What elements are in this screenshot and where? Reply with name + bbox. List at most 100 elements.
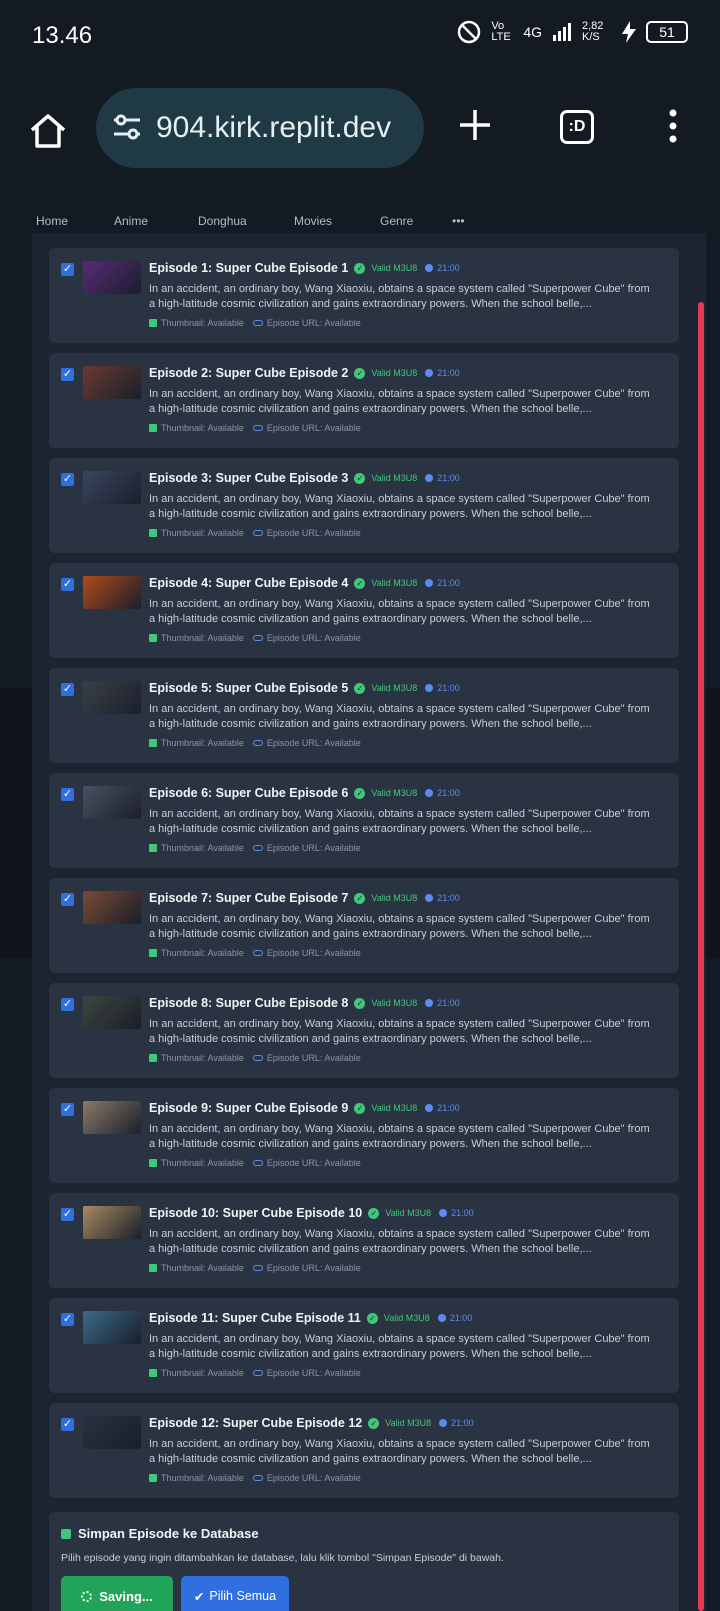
site-settings-icon[interactable] xyxy=(110,110,144,144)
episode-checkbox[interactable]: ✓ xyxy=(61,1418,74,1431)
valid-badge: ✓ Valid M3U8 xyxy=(354,787,417,799)
episode-checkbox[interactable]: ✓ xyxy=(61,893,74,906)
episode-checkbox[interactable]: ✓ xyxy=(61,788,74,801)
episode-row[interactable]: ✓ Episode 7: Super Cube Episode 7 ✓ Valid M… xyxy=(49,878,679,973)
scrollbar[interactable] xyxy=(698,302,704,1611)
thumbnail-status: Thumbnail: Available xyxy=(149,948,244,958)
valid-label: Valid M3U8 xyxy=(371,998,418,1008)
episode-title-line: Episode 11: Super Cube Episode 11 ✓ Valid … xyxy=(149,1311,472,1325)
nav-anime[interactable]: Anime xyxy=(114,214,148,228)
thumbnail-status: Thumbnail: Available xyxy=(149,633,244,643)
thumbnail-status: Thumbnail: Available xyxy=(149,528,244,538)
episode-list: ✓ Episode 1: Super Cube Episode 1 ✓ Valid M… xyxy=(49,248,679,1508)
nav-donghua[interactable]: Donghua xyxy=(198,214,247,228)
thumbnail-status: Thumbnail: Available xyxy=(149,1263,244,1273)
episode-row[interactable]: ✓ Episode 10: Super Cube Episode 10 ✓ Valid… xyxy=(49,1193,679,1288)
save-episodes-button[interactable]: Saving... xyxy=(61,1576,173,1611)
valid-badge: ✓ Valid M3U8 xyxy=(354,892,417,904)
check-circle-icon: ✓ xyxy=(354,577,366,589)
episode-row[interactable]: ✓ Episode 4: Super Cube Episode 4 ✓ Valid M… xyxy=(49,563,679,658)
valid-label: Valid M3U8 xyxy=(371,1103,418,1113)
episode-row[interactable]: ✓ Episode 11: Super Cube Episode 11 ✓ Valid… xyxy=(49,1298,679,1393)
url-status: Episode URL: Available xyxy=(252,423,361,433)
url-status-label: Episode URL: Available xyxy=(266,633,361,643)
episode-title: Episode 4: Super Cube Episode 4 xyxy=(149,576,349,590)
nav-home[interactable]: Home xyxy=(36,214,68,228)
nav-movies[interactable]: Movies xyxy=(294,214,332,228)
episode-row[interactable]: ✓ Episode 2: Super Cube Episode 2 ✓ Valid M… xyxy=(49,353,679,448)
episode-checkbox[interactable]: ✓ xyxy=(61,1103,74,1116)
episode-description: In an accident, an ordinary boy, Wang Xi… xyxy=(149,388,650,415)
episode-checkbox[interactable]: ✓ xyxy=(61,473,74,486)
duration-badge: 21:00 xyxy=(425,368,460,378)
save-panel-title: Simpan Episode ke Database xyxy=(78,1526,259,1541)
select-all-button[interactable]: ✔ Pilih Semua xyxy=(181,1576,289,1611)
episode-row[interactable]: ✓ Episode 3: Super Cube Episode 3 ✓ Valid M… xyxy=(49,458,679,553)
link-icon xyxy=(252,1265,263,1271)
nav-more[interactable]: ••• xyxy=(452,214,465,228)
episode-checkbox[interactable]: ✓ xyxy=(61,1208,74,1221)
episode-checkbox[interactable]: ✓ xyxy=(61,998,74,1011)
url-status-label: Episode URL: Available xyxy=(266,738,361,748)
url-status: Episode URL: Available xyxy=(252,1158,361,1168)
episode-checkbox[interactable]: ✓ xyxy=(61,578,74,591)
tab-switcher-label: :D xyxy=(568,118,586,135)
duration-badge: 21:00 xyxy=(425,683,460,693)
save-disk-icon xyxy=(61,1528,71,1539)
image-icon xyxy=(149,319,157,327)
valid-label: Valid M3U8 xyxy=(383,1313,430,1323)
url-status-label: Episode URL: Available xyxy=(266,843,361,853)
link-icon xyxy=(252,320,263,326)
episode-description: In an accident, an ordinary boy, Wang Xi… xyxy=(149,1018,650,1045)
episode-meta: Thumbnail: Available Episode URL: Availab… xyxy=(149,633,361,643)
episode-meta: Thumbnail: Available Episode URL: Availab… xyxy=(149,423,361,433)
duration-badge: 21:00 xyxy=(425,473,460,483)
thumbnail-status-label: Thumbnail: Available xyxy=(161,948,244,958)
episode-description: In an accident, an ordinary boy, Wang Xi… xyxy=(149,1228,650,1255)
check-circle-icon: ✓ xyxy=(368,1207,380,1219)
thumbnail-status: Thumbnail: Available xyxy=(149,1053,244,1063)
check-circle-icon: ✓ xyxy=(354,892,366,904)
image-icon xyxy=(149,949,157,957)
episode-checkbox[interactable]: ✓ xyxy=(61,683,74,696)
episode-row[interactable]: ✓ Episode 12: Super Cube Episode 12 ✓ Valid… xyxy=(49,1403,679,1498)
address-bar[interactable]: 904.kirk.replit.dev xyxy=(96,88,424,168)
duration-badge: 21:00 xyxy=(425,1103,460,1113)
episode-row[interactable]: ✓ Episode 9: Super Cube Episode 9 ✓ Valid M… xyxy=(49,1088,679,1183)
episode-title-line: Episode 5: Super Cube Episode 5 ✓ Valid M3… xyxy=(149,681,460,695)
new-tab-icon[interactable] xyxy=(458,108,492,142)
tab-switcher-button[interactable]: :D xyxy=(560,110,594,144)
episode-checkbox[interactable]: ✓ xyxy=(61,263,74,276)
episode-checkbox[interactable]: ✓ xyxy=(61,1313,74,1326)
more-menu-icon[interactable] xyxy=(662,108,684,144)
episode-row[interactable]: ✓ Episode 8: Super Cube Episode 8 ✓ Valid M… xyxy=(49,983,679,1078)
home-icon[interactable] xyxy=(26,108,70,152)
valid-badge: ✓ Valid M3U8 xyxy=(354,472,417,484)
episode-thumbnail xyxy=(83,1101,141,1134)
episode-row[interactable]: ✓ Episode 1: Super Cube Episode 1 ✓ Valid M… xyxy=(49,248,679,343)
nav-genre[interactable]: Genre xyxy=(380,214,413,228)
duration-badge: 21:00 xyxy=(425,578,460,588)
duration-badge: 21:00 xyxy=(437,1313,472,1323)
episode-title: Episode 10: Super Cube Episode 10 xyxy=(149,1206,363,1220)
clock-icon xyxy=(437,1314,446,1322)
status-icons: Vo LTE 4G 2,82 K/S 51 xyxy=(457,20,688,44)
episode-meta: Thumbnail: Available Episode URL: Availab… xyxy=(149,1473,361,1483)
episode-title: Episode 7: Super Cube Episode 7 xyxy=(149,891,349,905)
thumbnail-status-label: Thumbnail: Available xyxy=(161,528,244,538)
episode-description: In an accident, an ordinary boy, Wang Xi… xyxy=(149,1438,650,1465)
check-circle-icon: ✓ xyxy=(354,472,366,484)
duration-label: 21:00 xyxy=(451,1208,474,1218)
episode-row[interactable]: ✓ Episode 5: Super Cube Episode 5 ✓ Valid M… xyxy=(49,668,679,763)
thumbnail-status-label: Thumbnail: Available xyxy=(161,843,244,853)
episode-meta: Thumbnail: Available Episode URL: Availab… xyxy=(149,1158,361,1168)
check-circle-icon: ✓ xyxy=(354,262,366,274)
episode-row[interactable]: ✓ Episode 6: Super Cube Episode 6 ✓ Valid M… xyxy=(49,773,679,868)
url-text: 904.kirk.replit.dev xyxy=(156,111,392,144)
episode-meta: Thumbnail: Available Episode URL: Availab… xyxy=(149,948,361,958)
url-status: Episode URL: Available xyxy=(252,318,361,328)
episode-thumbnail xyxy=(83,1206,141,1239)
link-icon xyxy=(252,1370,263,1376)
episode-checkbox[interactable]: ✓ xyxy=(61,368,74,381)
episode-title-line: Episode 3: Super Cube Episode 3 ✓ Valid M3… xyxy=(149,471,460,485)
